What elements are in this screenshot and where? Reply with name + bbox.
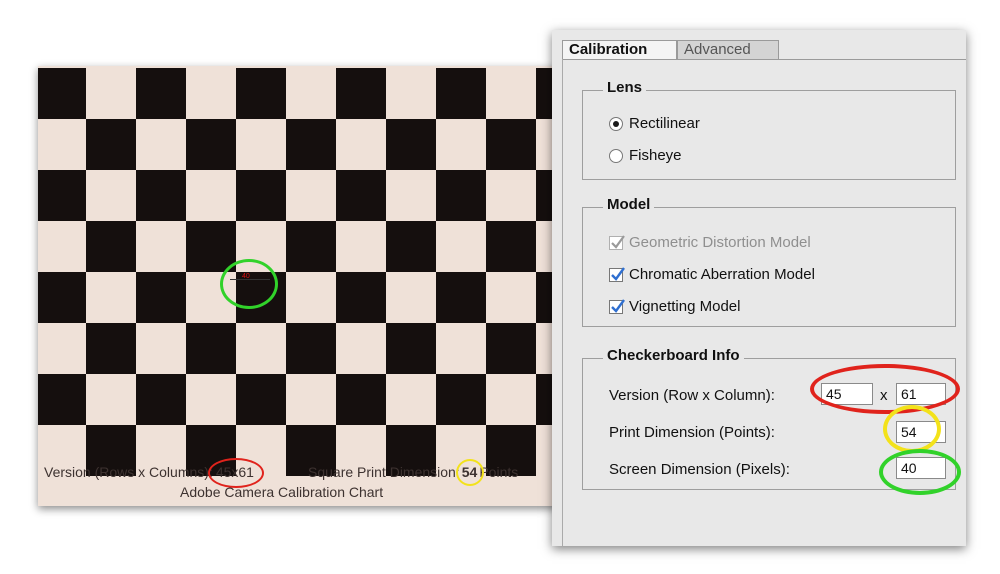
- fisheye-label: Fisheye: [629, 147, 682, 164]
- chart-square-dimension: Square Print Dimension: 54 Points: [308, 459, 519, 486]
- screen-dimension-highlight: [879, 449, 961, 495]
- chart-version: Version (Rows x Columns): 45x61: [44, 458, 264, 488]
- sample-square-highlight: [220, 259, 278, 309]
- checker-square: [136, 272, 186, 323]
- chart-square-label: Square Print Dimension:: [308, 464, 460, 480]
- checker-square: [286, 221, 336, 272]
- chart-title: Adobe Camera Calibration Chart: [180, 484, 384, 500]
- checker-square: [336, 170, 386, 221]
- checker-square: [386, 221, 436, 272]
- checker-square: [186, 221, 236, 272]
- print-dimension-label: Print Dimension (Points):: [609, 424, 775, 441]
- chart-version-label: Version (Rows x Columns):: [44, 464, 213, 480]
- checkerboard-info-title: Checkerboard Info: [603, 347, 744, 364]
- panel-border: [562, 59, 563, 546]
- vignetting-checkbox[interactable]: [609, 298, 625, 314]
- rectilinear-option[interactable]: Rectilinear: [609, 115, 700, 132]
- geometric-distortion-label: Geometric Distortion Model: [629, 234, 811, 251]
- print-dimension-highlight: [883, 405, 941, 453]
- checker-square: [38, 374, 86, 425]
- chart-square-highlight: [455, 459, 484, 486]
- checker-square: [186, 323, 236, 374]
- geometric-distortion-checkbox: [609, 234, 625, 250]
- lens-group: Lens Rectilinear Fisheye: [582, 79, 956, 180]
- checker-square: [38, 272, 86, 323]
- checker-square: [286, 119, 336, 170]
- checker-square: [386, 119, 436, 170]
- fisheye-option[interactable]: Fisheye: [609, 147, 682, 164]
- checker-square: [86, 119, 136, 170]
- model-group: Model Geometric Distortion Model Chromat…: [582, 196, 956, 327]
- checker-square: [286, 323, 336, 374]
- checker-square: [136, 68, 186, 119]
- chromatic-aberration-label: Chromatic Aberration Model: [629, 266, 815, 283]
- checker-square: [236, 68, 286, 119]
- chromatic-aberration-option[interactable]: Chromatic Aberration Model: [609, 266, 815, 283]
- sample-measure-line: [230, 279, 270, 280]
- rectilinear-radio[interactable]: [609, 116, 623, 131]
- vignetting-option[interactable]: Vignetting Model: [609, 298, 740, 315]
- checker-square: [236, 170, 286, 221]
- tab-calibration[interactable]: Calibration: [562, 40, 677, 59]
- version-label: Version (Row x Column):: [609, 387, 775, 404]
- checker-square: [436, 170, 486, 221]
- checker-square: [436, 272, 486, 323]
- checker-square: [336, 68, 386, 119]
- checkerboard-pattern: [38, 68, 558, 476]
- checker-square: [86, 323, 136, 374]
- checker-square: [386, 323, 436, 374]
- checker-square: [86, 221, 136, 272]
- chart-square-unit: Points: [479, 464, 519, 480]
- checker-square: [136, 170, 186, 221]
- checker-square: [486, 119, 536, 170]
- checker-square: [486, 323, 536, 374]
- checker-square: [236, 374, 286, 425]
- geometric-distortion-option: Geometric Distortion Model: [609, 234, 811, 251]
- checker-square: [336, 272, 386, 323]
- checker-square: [436, 374, 486, 425]
- checker-square: [436, 68, 486, 119]
- chromatic-aberration-checkbox[interactable]: [609, 266, 625, 282]
- lens-profile-panel: Calibration Advanced Lens Rectilinear Fi…: [552, 30, 966, 546]
- tab-advanced[interactable]: Advanced: [677, 40, 779, 59]
- sample-measure-label: 40: [242, 273, 250, 280]
- calibration-chart-photo: 40 Version (Rows x Columns): 45x61 Squar…: [38, 66, 558, 506]
- vignetting-label: Vignetting Model: [629, 298, 741, 315]
- fisheye-radio[interactable]: [609, 148, 623, 163]
- checker-square: [136, 374, 186, 425]
- checker-square: [186, 119, 236, 170]
- checker-square: [38, 68, 86, 119]
- version-highlight: [810, 364, 960, 414]
- checker-square: [38, 170, 86, 221]
- checker-square: [486, 221, 536, 272]
- rectilinear-label: Rectilinear: [629, 115, 700, 132]
- tab-divider: [562, 59, 966, 60]
- checker-square: [336, 374, 386, 425]
- screen-dimension-label: Screen Dimension (Pixels):: [609, 461, 790, 478]
- lens-group-title: Lens: [603, 79, 647, 96]
- model-group-title: Model: [603, 196, 655, 213]
